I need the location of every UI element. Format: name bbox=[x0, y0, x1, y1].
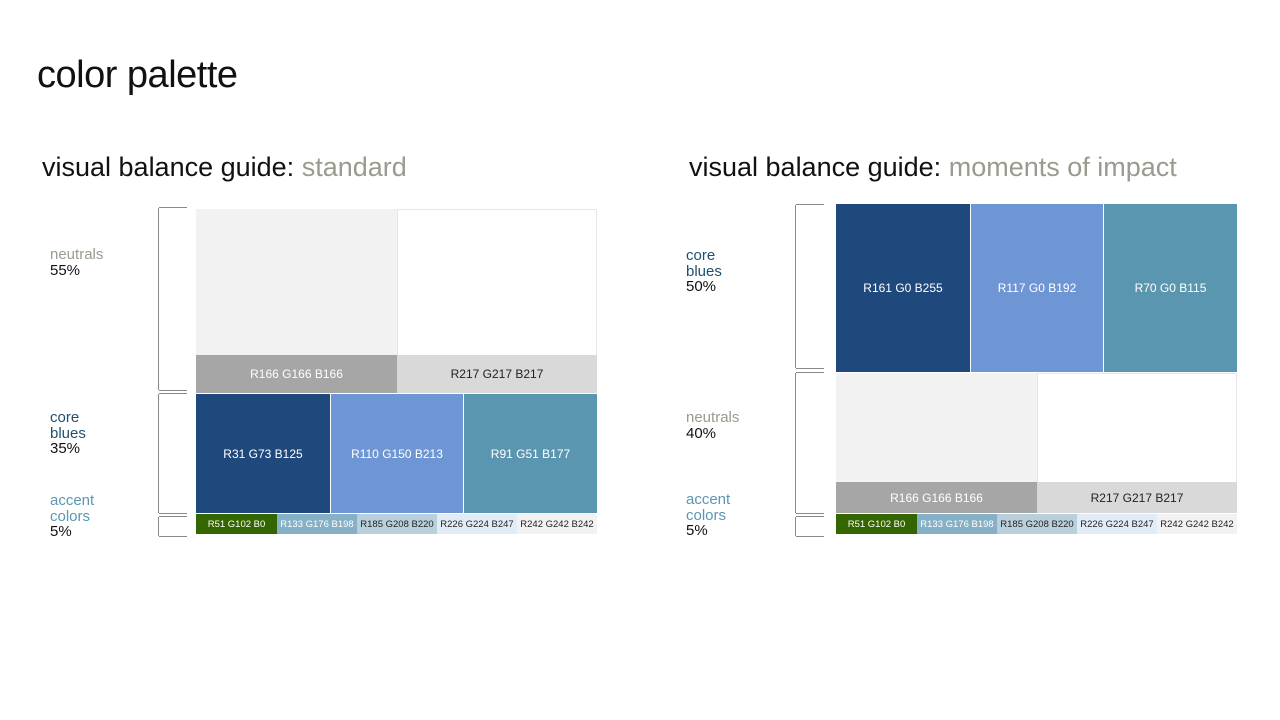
left-accent-swatch-1: R51 G102 B0 bbox=[196, 514, 277, 534]
right-subheading: moments of impact bbox=[948, 152, 1177, 182]
left-accent-swatch-5: R242 G242 B242 bbox=[517, 514, 597, 534]
right-core-blues-pct: 50% bbox=[686, 278, 717, 295]
left-neutral-tint-2 bbox=[397, 209, 597, 355]
left-neutrals-bracket bbox=[158, 207, 187, 391]
right-panel-heading: visual balance guide: moments of impact bbox=[689, 152, 1177, 183]
left-subheading: standard bbox=[301, 152, 407, 182]
right-neutral-tint-1 bbox=[836, 373, 1037, 482]
left-blue-swatch-1: R31 G73 B125 bbox=[196, 394, 330, 513]
right-heading-label: visual balance guide: bbox=[689, 152, 942, 182]
right-core-blues-name-1: core bbox=[686, 247, 716, 264]
right-accent-name-2: colors bbox=[686, 506, 727, 524]
right-neutrals-name: neutrals bbox=[686, 409, 740, 426]
left-neutral-swatch-2: R217 G217 B217 bbox=[397, 355, 597, 393]
left-accent-name-2: colors bbox=[50, 507, 91, 525]
left-accent-swatch-4: R226 G224 B247 bbox=[437, 514, 517, 534]
right-accent-swatch-1: R51 G102 B0 bbox=[836, 514, 917, 534]
left-heading-label: visual balance guide: bbox=[42, 152, 295, 182]
left-neutrals-label: neutrals 55% bbox=[50, 247, 103, 278]
left-accent-pct: 5% bbox=[50, 523, 72, 540]
right-accent-name-1: accent bbox=[686, 491, 731, 508]
left-core-blues-label: core blues 35% bbox=[50, 410, 86, 457]
left-neutral-tint-1 bbox=[196, 209, 397, 355]
right-neutrals-bracket bbox=[795, 372, 824, 514]
right-accent-bracket bbox=[795, 516, 824, 537]
right-accent-swatch-3: R185 G208 B220 bbox=[997, 514, 1077, 534]
right-neutrals-label: neutrals 40% bbox=[686, 410, 739, 441]
right-blues-bracket bbox=[795, 204, 824, 369]
left-accent-swatch-3: R185 G208 B220 bbox=[357, 514, 437, 534]
left-blue-swatch-3: R91 G51 B177 bbox=[463, 394, 597, 513]
left-accent-swatch-2: R133 G176 B198 bbox=[277, 514, 357, 534]
right-accent-pct: 5% bbox=[686, 522, 708, 539]
left-blues-bracket bbox=[158, 393, 187, 514]
left-core-blues-name-1: core bbox=[50, 409, 80, 426]
left-accent-name-1: accent bbox=[50, 492, 95, 509]
right-neutral-swatch-1: R166 G166 B166 bbox=[836, 482, 1037, 513]
left-neutrals-name: neutrals bbox=[50, 246, 104, 263]
right-neutrals-pct: 40% bbox=[686, 424, 717, 442]
left-core-blues-pct: 35% bbox=[50, 440, 81, 457]
right-accent-swatch-2: R133 G176 B198 bbox=[917, 514, 997, 534]
right-blue-swatch-3: R70 G0 B115 bbox=[1103, 204, 1237, 372]
left-blue-swatch-2: R110 G150 B213 bbox=[330, 394, 463, 513]
right-neutral-swatch-2: R217 G217 B217 bbox=[1037, 482, 1237, 513]
left-panel-heading: visual balance guide: standard bbox=[42, 152, 407, 183]
right-blue-swatch-1: R161 G0 B255 bbox=[836, 204, 970, 372]
right-blue-swatch-2: R117 G0 B192 bbox=[970, 204, 1103, 372]
right-accent-swatch-4: R226 G224 B247 bbox=[1077, 514, 1157, 534]
left-neutrals-pct: 55% bbox=[50, 261, 81, 279]
right-neutral-tint-2 bbox=[1037, 373, 1237, 482]
left-neutral-swatch-1: R166 G166 B166 bbox=[196, 355, 397, 393]
page-title: color palette bbox=[37, 54, 238, 96]
right-core-blues-name-2: blues bbox=[686, 262, 722, 280]
left-accent-bracket bbox=[158, 516, 187, 537]
right-accent-swatch-5: R242 G242 B242 bbox=[1157, 514, 1237, 534]
left-accent-label: accent colors 5% bbox=[50, 493, 94, 540]
right-accent-label: accent colors 5% bbox=[686, 492, 730, 539]
left-core-blues-name-2: blues bbox=[50, 424, 86, 442]
right-core-blues-label: core blues 50% bbox=[686, 248, 722, 295]
